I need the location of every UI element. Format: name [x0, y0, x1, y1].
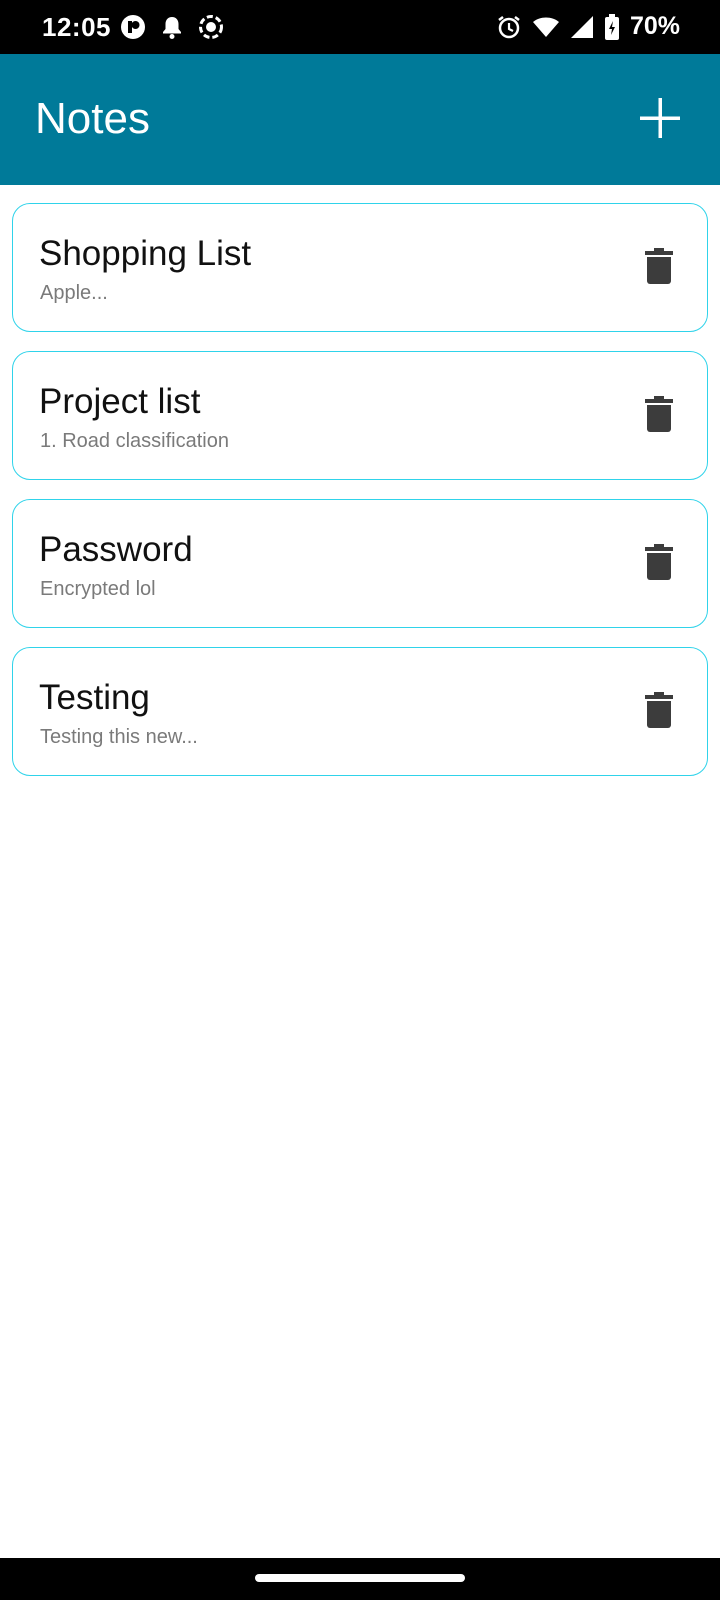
alarm-icon — [498, 15, 520, 38]
note-card[interactable]: Testing Testing this new... — [12, 647, 708, 776]
page-title: Notes — [35, 94, 150, 143]
trash-icon — [645, 396, 673, 432]
delete-note-button[interactable] — [645, 692, 673, 728]
note-title: Project list — [39, 382, 201, 421]
note-preview: 1. Road classification — [40, 430, 229, 452]
note-card[interactable]: Shopping List Apple... — [12, 203, 708, 332]
trash-icon — [645, 544, 673, 580]
trash-icon — [645, 692, 673, 728]
battery-percentage: 70% — [629, 12, 680, 40]
plus-icon — [640, 98, 680, 138]
delete-note-button[interactable] — [645, 248, 673, 284]
status-notification-icons — [120, 14, 224, 40]
add-note-button[interactable] — [636, 94, 684, 142]
note-preview: Apple... — [40, 282, 108, 304]
status-system-icons: 70% — [496, 12, 680, 41]
bell-icon — [163, 17, 181, 39]
note-card[interactable]: Password Encrypted lol — [12, 499, 708, 628]
note-title: Password — [39, 530, 193, 569]
status-bar: 12:05 70% — [0, 0, 720, 54]
cellular-signal-icon — [570, 15, 593, 38]
home-gesture-handle[interactable] — [255, 1574, 465, 1582]
note-title: Testing — [39, 678, 150, 717]
trash-icon — [645, 248, 673, 284]
status-time: 12:05 — [42, 12, 111, 42]
battery-charging-icon — [604, 13, 619, 40]
app-bar: Notes — [0, 54, 720, 185]
note-preview: Encrypted lol — [40, 578, 156, 600]
note-preview: Testing this new... — [40, 726, 198, 748]
notes-list: Shopping List Apple... Project list 1. R… — [12, 203, 708, 795]
navigation-bar — [0, 1558, 720, 1600]
note-card[interactable]: Project list 1. Road classification — [12, 351, 708, 480]
screen-record-icon — [199, 15, 223, 39]
note-title: Shopping List — [39, 234, 252, 273]
delete-note-button[interactable] — [645, 396, 673, 432]
wifi-icon — [532, 17, 559, 37]
delete-note-button[interactable] — [645, 544, 673, 580]
app-notification-icon — [121, 15, 145, 39]
